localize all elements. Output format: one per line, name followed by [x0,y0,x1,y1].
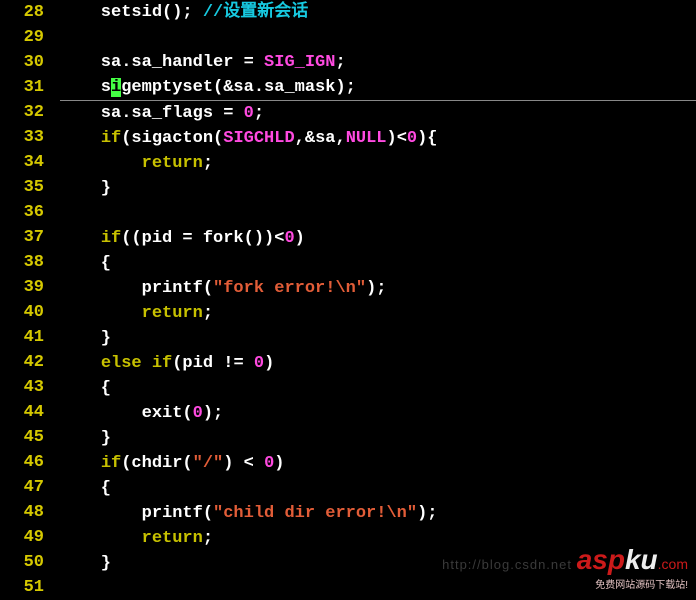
code-line[interactable] [60,25,696,50]
cursor: i [111,78,121,97]
code-line[interactable]: setsid(); //设置新会话 [60,0,696,25]
line-number: 45 [0,425,44,450]
watermark-url: http://blog.csdn.net [442,557,572,572]
line-number: 44 [0,400,44,425]
line-number: 35 [0,175,44,200]
code-line[interactable] [60,201,696,226]
code-line[interactable]: printf("child dir error!\n"); [60,501,696,526]
code-line[interactable]: return; [60,301,696,326]
line-number: 36 [0,200,44,225]
code-line[interactable]: return; [60,151,696,176]
code-line[interactable]: sigemptyset(&sa.sa_mask); [60,75,696,101]
line-number: 41 [0,325,44,350]
code-line[interactable]: sa.sa_handler = SIG_IGN; [60,50,696,75]
line-number: 51 [0,575,44,600]
code-line[interactable]: if(sigacton(SIGCHLD,&sa,NULL)<0){ [60,126,696,151]
code-line[interactable]: printf("fork error!\n"); [60,276,696,301]
code-line[interactable]: sa.sa_flags = 0; [60,101,696,126]
code-line[interactable]: exit(0); [60,401,696,426]
line-number: 30 [0,50,44,75]
watermark: http://blog.csdn.net aspku.com 免费网站源码下载站… [442,547,688,598]
line-number: 49 [0,525,44,550]
line-number: 48 [0,500,44,525]
code-line[interactable]: { [60,476,696,501]
code-editor[interactable]: 2829303132333435363738394041424344454647… [0,0,696,600]
code-line[interactable]: if((pid = fork())<0) [60,226,696,251]
code-area[interactable]: setsid(); //设置新会话 sa.sa_handler = SIG_IG… [60,0,696,600]
line-number: 50 [0,550,44,575]
line-number: 47 [0,475,44,500]
line-number: 31 [0,75,44,100]
line-number: 38 [0,250,44,275]
line-number: 34 [0,150,44,175]
line-number: 37 [0,225,44,250]
code-line[interactable]: } [60,176,696,201]
code-line[interactable]: { [60,376,696,401]
line-number: 40 [0,300,44,325]
line-number: 29 [0,25,44,50]
code-line[interactable]: } [60,426,696,451]
code-line[interactable]: if(chdir("/") < 0) [60,451,696,476]
code-line[interactable]: } [60,326,696,351]
code-line[interactable]: else if(pid != 0) [60,351,696,376]
line-number: 42 [0,350,44,375]
line-number: 43 [0,375,44,400]
line-number: 32 [0,100,44,125]
line-number: 39 [0,275,44,300]
line-number: 28 [0,0,44,25]
line-number: 46 [0,450,44,475]
line-number: 33 [0,125,44,150]
watermark-sub: 免费网站源码下载站! [442,573,688,598]
code-line[interactable]: { [60,251,696,276]
line-number-gutter: 2829303132333435363738394041424344454647… [0,0,52,600]
